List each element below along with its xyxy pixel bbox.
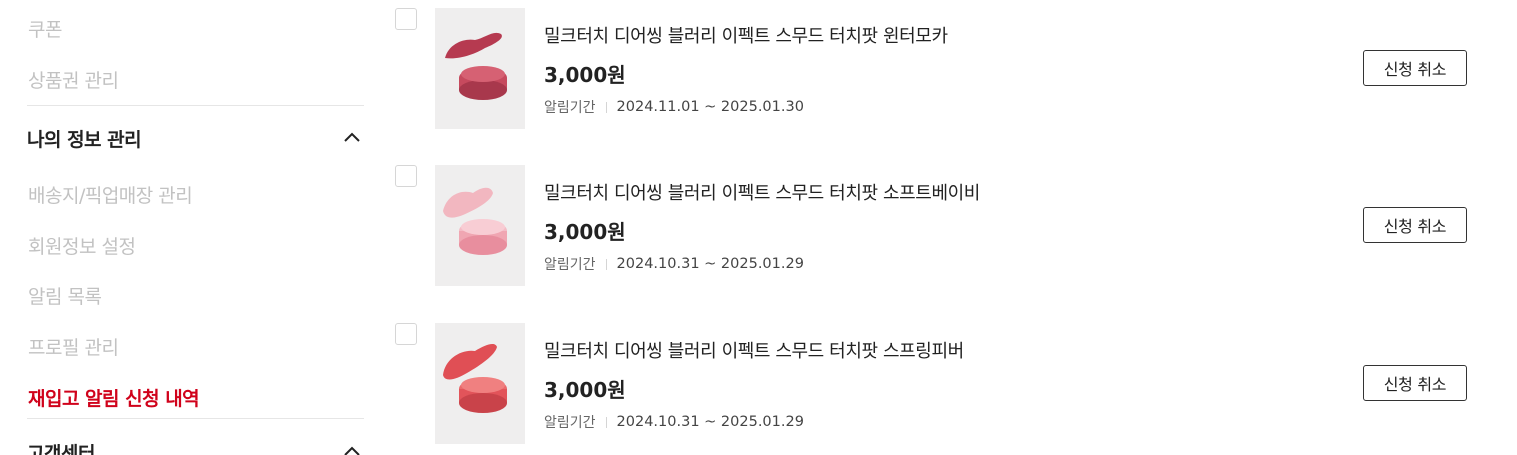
mypage-sidebar: 쿠폰 상품권 관리 나의 정보 관리 배송지/픽업매장 관리 회원정보 설정 알… bbox=[0, 0, 365, 455]
alert-period: 알림기간 2024.10.31 ~ 2025.01.29 bbox=[544, 412, 804, 432]
item-checkbox[interactable] bbox=[395, 165, 417, 187]
cancel-request-button[interactable]: 신청 취소 bbox=[1363, 50, 1467, 86]
alert-period-label: 알림기간 bbox=[544, 415, 596, 431]
alert-period-dates: 2024.11.01 ~ 2025.01.30 bbox=[616, 99, 804, 115]
sidebar-divider bbox=[27, 105, 364, 106]
sidebar-item-coupon[interactable]: 쿠폰 bbox=[28, 15, 62, 42]
product-thumbnail[interactable] bbox=[435, 8, 525, 129]
sidebar-item-restock-alerts[interactable]: 재입고 알림 신청 내역 bbox=[28, 384, 200, 411]
alert-period: 알림기간 2024.10.31 ~ 2025.01.29 bbox=[544, 254, 804, 274]
product-name[interactable]: 밀크터치 디어씽 블러리 이펙트 스무드 터치팟 소프트베이비 bbox=[544, 179, 980, 205]
chevron-up-icon[interactable] bbox=[342, 127, 362, 147]
chevron-up-icon[interactable] bbox=[342, 441, 362, 455]
product-price: 3,000원 bbox=[544, 378, 626, 402]
alert-period: 알림기간 2024.11.01 ~ 2025.01.30 bbox=[544, 97, 804, 117]
divider bbox=[605, 416, 607, 428]
product-name[interactable]: 밀크터치 디어씽 블러리 이펙트 스무드 터치팟 윈터모카 bbox=[544, 22, 948, 48]
sidebar-item-notifications[interactable]: 알림 목록 bbox=[28, 282, 102, 309]
sidebar-divider bbox=[27, 418, 364, 419]
sidebar-section-my-info[interactable]: 나의 정보 관리 bbox=[27, 125, 364, 155]
restock-alert-item: 밀크터치 디어씽 블러리 이펙트 스무드 터치팟 윈터모카 3,000원 알림기… bbox=[395, 8, 1475, 130]
sidebar-item-member-settings[interactable]: 회원정보 설정 bbox=[28, 232, 136, 259]
sidebar-item-profile[interactable]: 프로필 관리 bbox=[28, 333, 119, 360]
item-checkbox[interactable] bbox=[395, 323, 417, 345]
sidebar-section-title: 고객센터 bbox=[27, 443, 95, 455]
sidebar-section-title: 나의 정보 관리 bbox=[27, 129, 142, 151]
product-price: 3,000원 bbox=[544, 220, 626, 244]
divider bbox=[605, 101, 607, 113]
alert-period-label: 알림기간 bbox=[544, 257, 596, 273]
alert-period-dates: 2024.10.31 ~ 2025.01.29 bbox=[616, 414, 804, 430]
restock-alert-item: 밀크터치 디어씽 블러리 이펙트 스무드 터치팟 소프트베이비 3,000원 알… bbox=[395, 165, 1475, 287]
product-price: 3,000원 bbox=[544, 63, 626, 87]
cancel-request-button[interactable]: 신청 취소 bbox=[1363, 365, 1467, 401]
sidebar-item-gift-card[interactable]: 상품권 관리 bbox=[28, 66, 119, 93]
alert-period-label: 알림기간 bbox=[544, 100, 596, 116]
sidebar-item-shipping-address[interactable]: 배송지/픽업매장 관리 bbox=[28, 181, 193, 208]
item-checkbox[interactable] bbox=[395, 8, 417, 30]
sidebar-section-customer-center[interactable]: 고객센터 bbox=[27, 439, 364, 455]
alert-period-dates: 2024.10.31 ~ 2025.01.29 bbox=[616, 256, 804, 272]
restock-alert-item: 밀크터치 디어씽 블러리 이펙트 스무드 터치팟 스프링피버 3,000원 알림… bbox=[395, 323, 1475, 445]
product-thumbnail[interactable] bbox=[435, 323, 525, 444]
product-name[interactable]: 밀크터치 디어씽 블러리 이펙트 스무드 터치팟 스프링피버 bbox=[544, 337, 964, 363]
divider bbox=[605, 258, 607, 270]
cancel-request-button[interactable]: 신청 취소 bbox=[1363, 207, 1467, 243]
product-thumbnail[interactable] bbox=[435, 165, 525, 286]
